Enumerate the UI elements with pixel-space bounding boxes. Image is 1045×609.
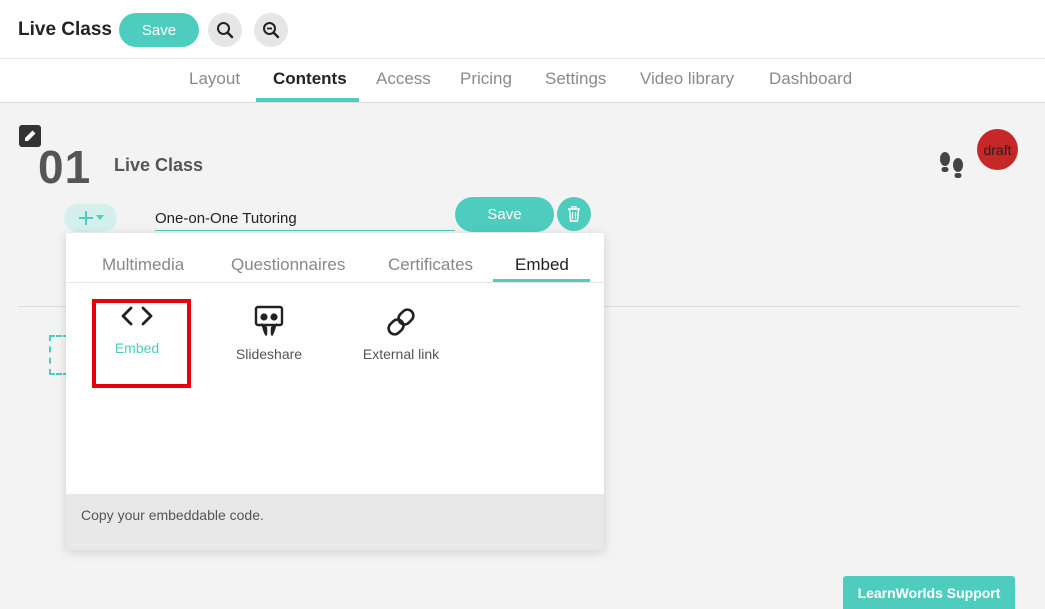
popup-active-tab-indicator [493, 279, 590, 282]
footsteps-icon[interactable] [938, 150, 966, 187]
status-badge: draft [977, 129, 1018, 170]
tab-access[interactable]: Access [376, 69, 431, 89]
zoom-out-icon [263, 22, 280, 39]
search-button[interactable] [208, 13, 242, 47]
add-content-popup: Multimedia Questionnaires Certificates E… [66, 233, 604, 550]
option-external-link-label: External link [362, 346, 440, 362]
option-slideshare[interactable]: Slideshare [232, 305, 306, 362]
popup-tab-certificates[interactable]: Certificates [388, 255, 473, 275]
support-button[interactable]: LearnWorlds Support [843, 576, 1015, 609]
link-icon [387, 308, 415, 336]
search-icon [217, 22, 234, 39]
section-title: Live Class [114, 155, 204, 175]
active-tab-indicator [256, 98, 359, 102]
popup-tab-embed[interactable]: Embed [515, 255, 569, 275]
tab-pricing[interactable]: Pricing [460, 69, 512, 89]
add-content-dropdown[interactable] [64, 204, 117, 232]
plus-icon [78, 211, 93, 225]
tab-settings[interactable]: Settings [545, 69, 606, 89]
slideshare-icon [254, 305, 284, 336]
section-number: 01 [38, 141, 92, 193]
trash-icon [568, 206, 580, 222]
popup-footer-text: Copy your embeddable code. [81, 507, 264, 523]
option-slideshare-label: Slideshare [235, 346, 303, 362]
popup-tabs-divider [66, 282, 604, 283]
tab-dashboard[interactable]: Dashboard [769, 69, 852, 89]
item-save-button[interactable]: Save [455, 197, 554, 232]
item-name-input[interactable] [155, 209, 455, 231]
zoom-out-button[interactable] [254, 13, 288, 47]
top-bar: Live Class Save [0, 0, 1045, 58]
popup-footer: Copy your embeddable code. [66, 494, 604, 550]
tab-video-library[interactable]: Video library [640, 69, 734, 89]
popup-tab-questionnaires[interactable]: Questionnaires [231, 255, 345, 275]
pencil-icon [25, 130, 36, 141]
highlight-box [92, 299, 191, 388]
caret-down-icon [95, 215, 104, 220]
option-external-link[interactable]: External link [359, 305, 443, 362]
page-title: Live Class [18, 19, 112, 40]
main-tabs: Layout Contents Access Pricing Settings … [0, 58, 1045, 103]
tab-contents[interactable]: Contents [273, 69, 347, 89]
save-button[interactable]: Save [119, 13, 199, 47]
delete-item-button[interactable] [557, 197, 591, 231]
tab-layout[interactable]: Layout [189, 69, 240, 89]
popup-tab-multimedia[interactable]: Multimedia [102, 255, 184, 275]
